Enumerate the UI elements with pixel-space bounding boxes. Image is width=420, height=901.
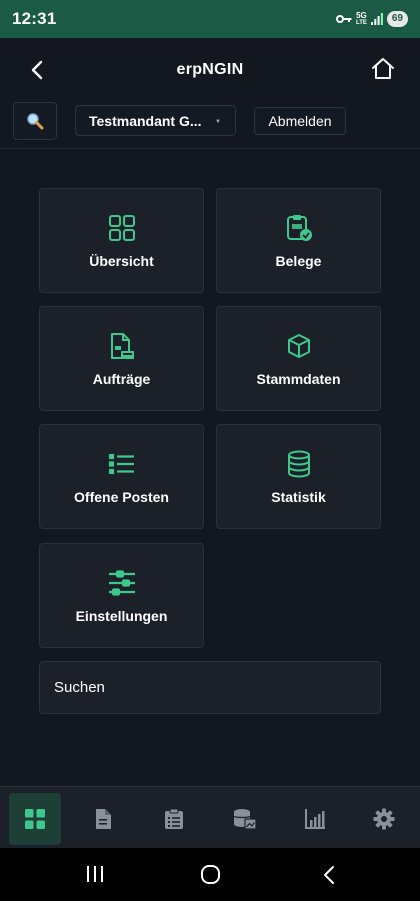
tile-statistik[interactable]: Statistik bbox=[216, 424, 381, 529]
nav-item-orders[interactable] bbox=[148, 793, 200, 845]
status-bar: 12:31 5G LTE 69 bbox=[0, 0, 420, 38]
tile-auftraege[interactable]: Aufträge bbox=[39, 306, 204, 411]
signal-icon bbox=[370, 13, 383, 25]
clipboard-list-icon bbox=[165, 808, 183, 829]
tile-belege[interactable]: Belege bbox=[216, 188, 381, 293]
tile-offene-posten[interactable]: Offene Posten bbox=[39, 424, 204, 529]
tile-uebersicht[interactable]: Übersicht bbox=[39, 188, 204, 293]
tile-stammdaten[interactable]: Stammdaten bbox=[216, 306, 381, 411]
status-icons: 5G LTE 69 bbox=[335, 10, 408, 27]
nav-item-documents[interactable] bbox=[77, 793, 129, 845]
home-system-button[interactable] bbox=[200, 864, 224, 886]
tile-label: Übersicht bbox=[89, 253, 154, 269]
back-chevron-icon bbox=[31, 60, 43, 80]
back-chevron-icon bbox=[324, 866, 334, 884]
nav-item-master-data[interactable] bbox=[219, 793, 271, 845]
back-system-button[interactable] bbox=[318, 864, 342, 886]
tenant-select[interactable]: Testmandant G... ▼ bbox=[75, 105, 236, 136]
recent-apps-button[interactable] bbox=[84, 864, 108, 886]
tile-label: Offene Posten bbox=[74, 489, 169, 505]
tile-label: Stammdaten bbox=[256, 371, 341, 387]
nav-item-overview[interactable] bbox=[9, 793, 61, 845]
sliders-icon bbox=[107, 568, 137, 598]
status-time: 12:31 bbox=[12, 9, 57, 28]
search-field[interactable]: Suchen bbox=[39, 661, 381, 714]
recent-apps-icon bbox=[87, 866, 103, 882]
circle-home-icon bbox=[201, 865, 220, 884]
tile-label: Statistik bbox=[271, 489, 326, 505]
document-icon bbox=[96, 809, 111, 829]
clipboard-check-icon bbox=[284, 213, 314, 243]
back-button[interactable] bbox=[24, 57, 50, 83]
logout-button[interactable]: Abmelden bbox=[254, 107, 346, 135]
network-label-bottom: LTE bbox=[355, 19, 367, 26]
network-type: 5G LTE bbox=[355, 10, 367, 27]
grid-icon bbox=[25, 809, 45, 829]
bar-chart-icon bbox=[305, 809, 325, 829]
nav-item-statistics[interactable] bbox=[289, 793, 341, 845]
tile-einstellungen[interactable]: Einstellungen bbox=[39, 543, 204, 648]
database-image-icon bbox=[233, 809, 257, 830]
tile-label: Aufträge bbox=[92, 371, 151, 387]
list-icon bbox=[107, 449, 137, 479]
tenant-value: Testmandant G... bbox=[89, 112, 202, 129]
battery-indicator: 69 bbox=[386, 11, 408, 27]
database-icon bbox=[284, 449, 314, 479]
cube-icon bbox=[284, 331, 314, 361]
tile-label: Einstellungen bbox=[75, 608, 168, 624]
toolbar: Testmandant G... ▼ Abmelden bbox=[0, 102, 420, 149]
app-title: erpNGIN bbox=[176, 61, 244, 78]
search-icon bbox=[27, 113, 44, 130]
caret-down-icon: ▼ bbox=[215, 119, 221, 125]
search-button[interactable] bbox=[13, 102, 57, 140]
app-bar: erpNGIN bbox=[0, 38, 420, 102]
home-button[interactable] bbox=[370, 56, 396, 82]
document-order-icon bbox=[107, 331, 137, 361]
network-label-top: 5G bbox=[356, 10, 367, 20]
key-icon bbox=[335, 14, 352, 24]
tile-label: Belege bbox=[275, 253, 322, 269]
gear-icon bbox=[373, 808, 395, 830]
grid-icon bbox=[107, 213, 137, 243]
home-icon bbox=[372, 58, 394, 79]
system-nav-bar bbox=[0, 848, 420, 901]
nav-item-settings[interactable] bbox=[358, 793, 410, 845]
bottom-nav bbox=[0, 786, 420, 848]
